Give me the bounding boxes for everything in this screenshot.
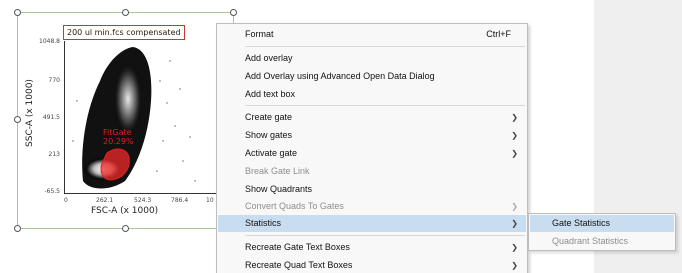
y-axis-label: SSC-A (x 1000) <box>25 79 35 147</box>
x-axis-label: FSC-A (x 1000) <box>91 206 159 216</box>
menu-item-label: Statistics <box>245 218 282 228</box>
x-tick-label: 0 <box>64 197 68 204</box>
menu-item-statistics[interactable]: Statistics ❯ <box>218 215 526 232</box>
menu-item-convert-quads: Convert Quads To Gates ❯ <box>218 198 526 215</box>
menu-item-label: Activate gate <box>245 148 298 158</box>
menu-item-recreate-gate-text[interactable]: Recreate Gate Text Boxes ❯ <box>218 239 526 256</box>
menu-item-show-gates[interactable]: Show gates ❯ <box>218 127 526 144</box>
menu-item-add-text-box[interactable]: Add text box <box>218 86 526 103</box>
density-plot: FitGate 20.29% <box>72 47 196 189</box>
y-tick-label: 1048.8 <box>39 38 60 45</box>
submenu-arrow-icon: ❯ <box>511 219 518 228</box>
menu-item-label: Convert Quads To Gates <box>245 201 344 211</box>
x-tick-label: 262.1 <box>96 197 114 204</box>
menu-item-label: Recreate Gate Text Boxes <box>245 242 350 252</box>
resize-handle-bottom-left[interactable] <box>14 225 21 232</box>
menu-separator <box>245 105 525 106</box>
plot-title[interactable]: 200 ul min.fcs compensated <box>63 25 185 40</box>
submenu-arrow-icon: ❯ <box>511 261 518 270</box>
menu-item-label: Recreate Quad Text Boxes <box>245 260 353 270</box>
menu-item-format[interactable]: Format Ctrl+F <box>218 26 526 43</box>
menu-item-show-quadrants[interactable]: Show Quadrants <box>218 181 526 198</box>
x-tick-label: 10 <box>206 197 214 204</box>
submenu-arrow-icon: ❯ <box>511 202 518 211</box>
submenu-item-quadrant-statistics: Quadrant Statistics <box>552 236 629 246</box>
menu-item-label: Create gate <box>245 112 293 122</box>
menu-item-add-overlay[interactable]: Add overlay <box>218 50 526 67</box>
menu-item-add-overlay-advanced[interactable]: Add Overlay using Advanced Open Data Dia… <box>218 68 526 85</box>
submenu-arrow-icon: ❯ <box>511 149 518 158</box>
submenu-arrow-icon: ❯ <box>511 243 518 252</box>
resize-handle-top[interactable] <box>122 9 129 16</box>
menu-item-label: Show gates <box>245 130 293 140</box>
statistics-submenu: Gate Statistics Quadrant Statistics <box>528 213 676 251</box>
resize-handle-top-right[interactable] <box>230 9 237 16</box>
y-tick-label: -65.5 <box>44 188 60 195</box>
resize-handle-bottom[interactable] <box>122 225 129 232</box>
context-menu: Format Ctrl+F Add overlay Add Overlay us… <box>216 23 528 273</box>
gate-percent-label: 20.29% <box>103 137 134 146</box>
workspace: 200 ul min.fcs compensated 1048.8 770 49… <box>0 0 682 273</box>
upper-population <box>113 61 143 137</box>
x-tick-label: 524.3 <box>134 197 152 204</box>
submenu-arrow-icon: ❯ <box>511 113 518 122</box>
shortcut-label: Ctrl+F <box>486 29 511 39</box>
menu-item-break-gate-link: Break Gate Link <box>245 166 310 176</box>
gate-name-label: FitGate <box>103 128 132 137</box>
menu-separator <box>245 46 525 47</box>
menu-item-label: Format <box>245 29 274 39</box>
scatter-plot-area[interactable]: FitGate 20.29% <box>64 41 219 194</box>
x-tick-label: 786.4 <box>171 197 189 204</box>
submenu-item-gate-statistics[interactable]: Gate Statistics <box>530 215 674 232</box>
submenu-arrow-icon: ❯ <box>511 131 518 140</box>
menu-item-activate-gate[interactable]: Activate gate ❯ <box>218 145 526 162</box>
resize-handle-top-left[interactable] <box>14 9 21 16</box>
menu-separator <box>245 235 525 236</box>
menu-item-recreate-quad-text[interactable]: Recreate Quad Text Boxes ❯ <box>218 257 526 273</box>
menu-item-create-gate[interactable]: Create gate ❯ <box>218 109 526 126</box>
